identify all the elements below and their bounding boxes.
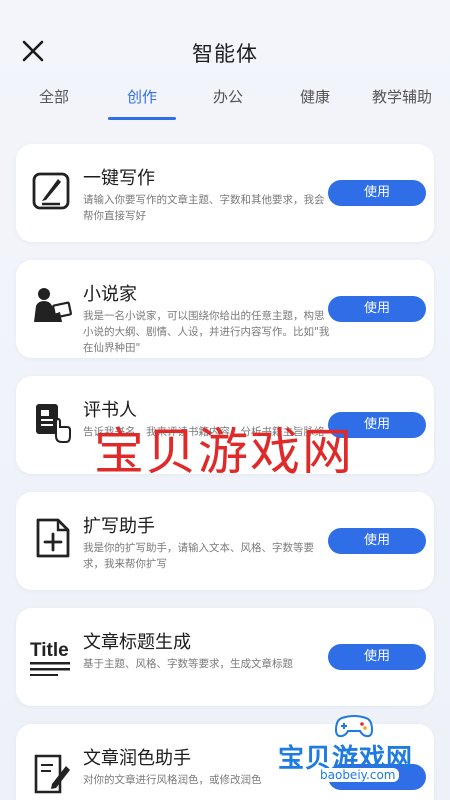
tab-all[interactable]: 全部 (18, 86, 90, 120)
card-title: 小说家 (83, 284, 137, 305)
agent-card-expand-writing[interactable]: 扩写助手 我是你的扩写助手，请输入文本、风格、字数等要求，我来帮你扩写 使用 (16, 492, 434, 590)
tab-teaching[interactable]: 教学辅助 (362, 86, 442, 120)
tab-health[interactable]: 健康 (279, 86, 351, 120)
watermark-logo-url: baobeiy.com (316, 768, 400, 782)
writer-icon (30, 284, 74, 328)
agent-card-title-generator[interactable]: Title 文章标题生成 基于主题、风格、字数等要求，生成文章标题 使用 (16, 608, 434, 706)
page-title: 智能体 (192, 42, 258, 66)
polish-icon (30, 752, 74, 796)
tab-creation[interactable]: 创作 (106, 86, 178, 120)
use-button[interactable]: 使用 (328, 528, 426, 554)
use-button[interactable]: 使用 (328, 296, 426, 322)
document-add-icon (30, 516, 74, 560)
gamepad-icon (334, 712, 374, 740)
card-title: 文章润色助手 (83, 748, 191, 769)
edit-icon (30, 168, 74, 212)
title-icon: Title (30, 632, 74, 676)
card-description: 我是一名小说家，可以围绕你给出的任意主题，构思小说的大纲、剧情、人设，并进行内容… (83, 310, 330, 354)
tab-office[interactable]: 办公 (192, 86, 264, 120)
tab-label: 教学辅助 (371, 88, 432, 106)
use-button[interactable]: 使用 (328, 180, 426, 206)
agent-card-writing[interactable]: 一键写作 请输入你要写作的文章主题、字数和其他要求，我会帮你直接写好 使用 (16, 144, 434, 242)
watermark-text: 宝贝游戏网 (94, 423, 354, 481)
tab-label: 全部 (38, 88, 69, 106)
card-title: 一键写作 (83, 168, 155, 189)
agent-card-novelist[interactable]: 小说家 我是一名小说家，可以围绕你给出的任意主题，构思小说的大纲、剧情、人设，并… (16, 260, 434, 358)
header: 智能体 (0, 0, 450, 100)
card-description: 基于主题、风格、字数等要求，生成文章标题 (83, 658, 293, 670)
book-reader-icon (30, 400, 74, 444)
category-tabs: 全部 创作 办公 健康 教学辅助 (0, 86, 450, 120)
active-tab-indicator (108, 117, 176, 120)
tab-label: 办公 (212, 88, 243, 106)
watermark-logo: 宝贝游戏网 baobeiy.com (268, 708, 448, 796)
svg-text:Title: Title (30, 640, 69, 661)
card-title: 文章标题生成 (83, 632, 191, 653)
card-description: 我是你的扩写助手，请输入文本、风格、字数等要求，我来帮你扩写 (83, 542, 314, 570)
card-title: 扩写助手 (83, 516, 155, 537)
tab-label: 健康 (299, 88, 330, 106)
tab-label: 创作 (126, 88, 157, 106)
card-description: 请输入你要写作的文章主题、字数和其他要求，我会帮你直接写好 (83, 194, 325, 222)
use-button[interactable]: 使用 (328, 644, 426, 670)
